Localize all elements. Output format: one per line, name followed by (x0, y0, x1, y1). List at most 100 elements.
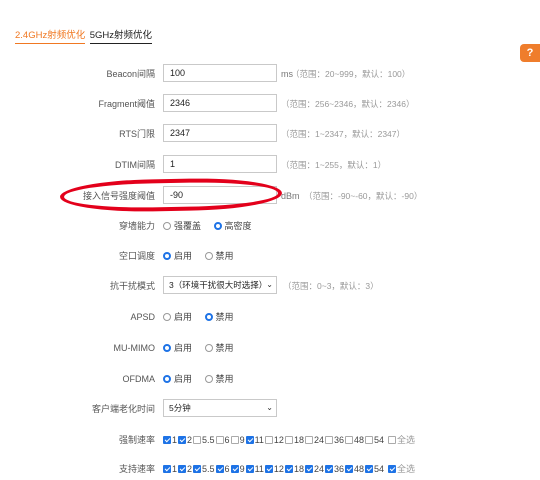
penetration-label: 穿墙能力 (118, 221, 155, 231)
rate-label: 11 (254, 435, 264, 445)
signal-threshold-input[interactable]: -90 (163, 186, 277, 204)
rate-label: 1 (172, 464, 178, 474)
interference-hint: （范围：0~3，默认：3） (283, 281, 379, 291)
aging-row: 客户端老化时间 5分钟 ⌄ (0, 398, 540, 420)
beacon-input[interactable]: 100 (163, 64, 277, 82)
rate-option[interactable]: 2 (178, 429, 192, 451)
mumimo-row: MU-MIMO 启用 禁用 (0, 337, 540, 359)
chevron-down-icon: ⌄ (266, 400, 273, 416)
checkbox-empty-icon (324, 436, 333, 444)
aging-label: 客户端老化时间 (91, 404, 155, 414)
select-all-checkbox[interactable]: 全选 (388, 429, 415, 451)
rate-option[interactable]: 5.5 (193, 429, 215, 451)
rate-option[interactable]: 36 (324, 429, 344, 451)
checkbox-checked-icon (230, 465, 239, 473)
rate-label: 12 (273, 435, 284, 445)
signal-threshold-unit: dBm (281, 191, 300, 201)
radio-selected-icon (213, 222, 222, 230)
apsd-enable-radio[interactable]: 启用 (163, 306, 192, 328)
rate-option[interactable]: 6 (215, 429, 230, 451)
rate-option[interactable]: 24 (304, 429, 324, 451)
help-icon[interactable]: ? (520, 44, 540, 62)
checkbox-empty-icon (344, 436, 353, 444)
checkbox-checked-icon (284, 465, 293, 473)
rate-option[interactable]: 12 (264, 429, 284, 451)
radio-selected-icon (163, 252, 171, 260)
tab-2-4ghz[interactable]: 2.4GHz射频优化 (15, 27, 86, 44)
tab-5ghz[interactable]: 5GHz射频优化 (89, 27, 153, 44)
interference-row: 抗干扰模式 3（环境干扰很大时选择） ⌄ （范围：0~3，默认：3） (0, 275, 540, 297)
rate-label: 36 (333, 464, 344, 474)
beacon-hint: （范围：20~999，默认：100） (291, 69, 411, 79)
aging-select[interactable]: 5分钟 ⌄ (163, 399, 277, 417)
airtime-enable-radio[interactable]: 启用 (163, 245, 192, 267)
dtim-input[interactable]: 1 (163, 155, 277, 173)
rate-label: 9 (239, 435, 245, 445)
radio-selected-icon (163, 344, 171, 352)
airtime-disable-radio[interactable]: 禁用 (204, 245, 234, 267)
apsd-label: APSD (130, 312, 155, 322)
ofdma-row: OFDMA 启用 禁用 (0, 368, 540, 390)
checkbox-checked-icon (163, 436, 171, 444)
apsd-disable-radio[interactable]: 禁用 (204, 306, 234, 328)
checkbox-checked-icon (193, 465, 202, 473)
checkbox-empty-icon (304, 436, 313, 444)
rate-label: 5.5 (202, 435, 215, 445)
dtim-hint: （范围：1~255，默认：1） (281, 160, 387, 170)
ofdma-enable-radio[interactable]: 启用 (163, 368, 192, 390)
ofdma-disable-radio[interactable]: 禁用 (204, 368, 234, 390)
radio-empty-icon (204, 375, 213, 383)
fragment-label: Fragment阈值 (98, 99, 155, 109)
rate-label: 6 (224, 435, 230, 445)
checkbox-empty-icon (230, 436, 239, 444)
rts-input[interactable]: 2347 (163, 124, 277, 142)
rate-label: 5.5 (202, 464, 215, 474)
apsd-row: APSD 启用 禁用 (0, 306, 540, 328)
band-tabs: 2.4GHz射频优化 5GHz射频优化 (15, 27, 154, 44)
rate-label: 18 (293, 435, 304, 445)
rate-label: 24 (313, 435, 324, 445)
ofdma-label: OFDMA (122, 374, 156, 384)
checkbox-checked-icon (245, 436, 254, 444)
rate-label: 6 (224, 464, 230, 474)
checkbox-checked-icon (388, 465, 397, 473)
signal-threshold-row: 接入信号强度阈值 -90 dBm （范围：-90~-60，默认：-90） (0, 185, 540, 207)
rate-option[interactable]: 11 (245, 429, 264, 451)
forced-rate-checkboxes: 1 2 5.5 6 9 11 12 18 24 36 48 54 全选 (163, 429, 416, 451)
fragment-row: Fragment阈值 2346 （范围：256~2346，默认：2346） (0, 93, 540, 115)
mumimo-disable-radio[interactable]: 禁用 (204, 337, 234, 359)
interference-select[interactable]: 3（环境干扰很大时选择） ⌄ (163, 276, 277, 294)
checkbox-checked-icon (178, 436, 187, 444)
beacon-row: Beacon间隔 100 ms （范围：20~999，默认：100） (0, 63, 540, 85)
rts-label: RTS门限 (119, 129, 155, 139)
penetration-dense-radio[interactable]: 高密度 (213, 215, 252, 237)
checkbox-empty-icon (215, 436, 224, 444)
rate-option[interactable]: 54 (365, 429, 384, 451)
rate-option[interactable]: 1 (163, 429, 177, 451)
rate-label: 11 (254, 464, 264, 474)
radio-selected-icon (163, 375, 171, 383)
airtime-label: 空口调度 (118, 251, 155, 261)
checkbox-checked-icon (163, 465, 171, 473)
fragment-input[interactable]: 2346 (163, 94, 277, 112)
rate-option[interactable]: 9 (230, 429, 245, 451)
rate-option[interactable]: 48 (344, 429, 364, 451)
checkbox-empty-icon (365, 436, 373, 444)
rate-label: 48 (353, 464, 364, 474)
rate-option[interactable]: 18 (284, 429, 304, 451)
rate-label: 48 (353, 435, 364, 445)
rate-label: 36 (333, 435, 344, 445)
beacon-label: Beacon间隔 (106, 69, 155, 79)
dtim-row: DTIM间隔 1 （范围：1~255，默认：1） (0, 154, 540, 176)
select-all-label: 全选 (397, 464, 416, 474)
penetration-strong-radio[interactable]: 强覆盖 (163, 215, 201, 237)
radio-selected-icon (204, 313, 213, 321)
rate-label: 12 (273, 464, 284, 474)
mumimo-enable-radio[interactable]: 启用 (163, 337, 192, 359)
rate-label: 2 (187, 464, 193, 474)
fragment-hint: （范围：256~2346，默认：2346） (281, 99, 415, 109)
rate-label: 24 (313, 464, 324, 474)
chevron-down-icon: ⌄ (266, 277, 273, 293)
checkbox-checked-icon (215, 465, 224, 473)
checkbox-checked-icon (304, 465, 313, 473)
